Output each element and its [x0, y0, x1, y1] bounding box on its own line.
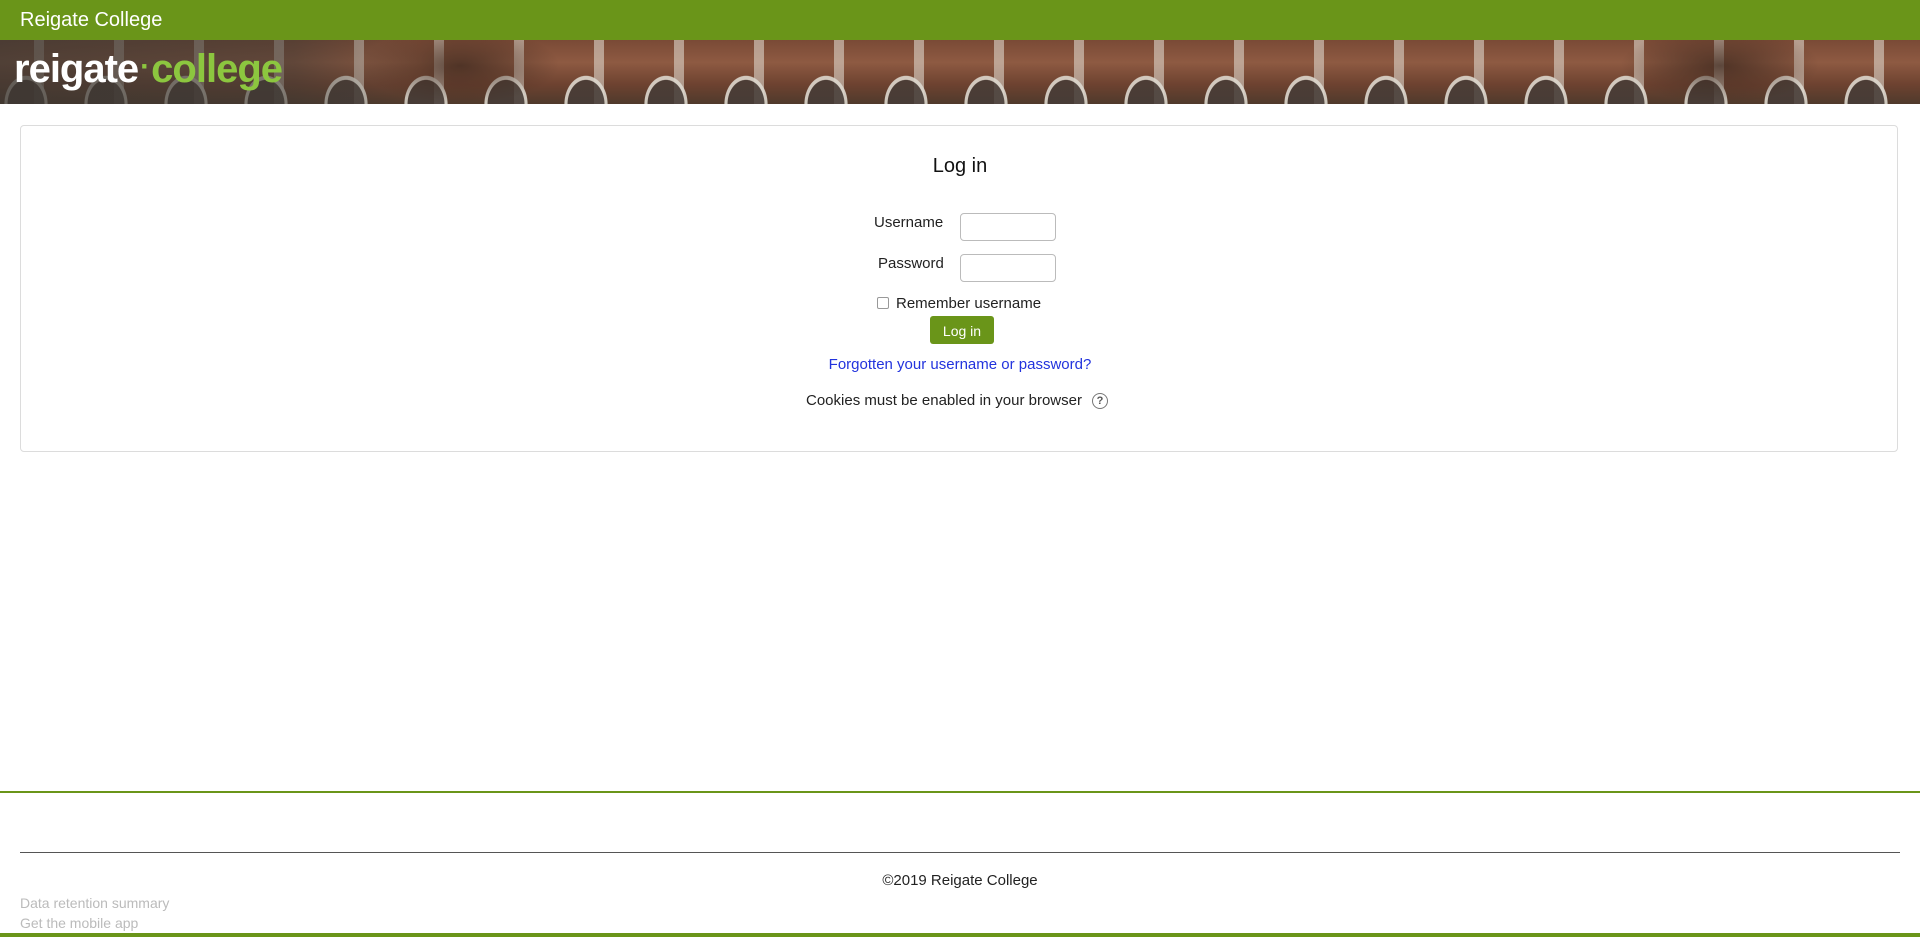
banner-tree: [1620, 40, 1820, 104]
remember-username-label[interactable]: Remember username: [896, 295, 1041, 313]
forgot-password-link[interactable]: Forgotten your username or password?: [0, 356, 1920, 374]
footer-top-border: [0, 791, 1920, 793]
remember-username-checkbox[interactable]: [877, 297, 889, 309]
logo-word-college: college: [151, 47, 283, 91]
college-logo[interactable]: reigate·college: [14, 44, 283, 92]
header-banner-image: [0, 40, 1920, 104]
cookies-notice: Cookies must be enabled in your browser: [806, 392, 1082, 409]
top-navbar: Reigate College: [0, 0, 1920, 40]
site-name-link[interactable]: Reigate College: [20, 8, 162, 32]
footer-copyright: ©2019 Reigate College: [882, 872, 1038, 889]
username-input[interactable]: [960, 213, 1056, 241]
logo-separator: ·: [140, 50, 150, 83]
password-input[interactable]: [960, 254, 1056, 282]
username-label: Username: [874, 214, 944, 231]
footer-bottom-border: [0, 933, 1920, 937]
question-circle-icon[interactable]: ?: [1092, 393, 1108, 409]
password-label: Password: [878, 255, 944, 272]
data-retention-summary-link[interactable]: Data retention summary: [20, 894, 169, 912]
login-title: Log in: [932, 155, 988, 177]
logo-word-reigate: reigate: [14, 47, 139, 91]
login-button[interactable]: Log in: [930, 316, 994, 344]
footer-divider: [20, 852, 1900, 853]
get-mobile-app-link[interactable]: Get the mobile app: [20, 914, 138, 932]
